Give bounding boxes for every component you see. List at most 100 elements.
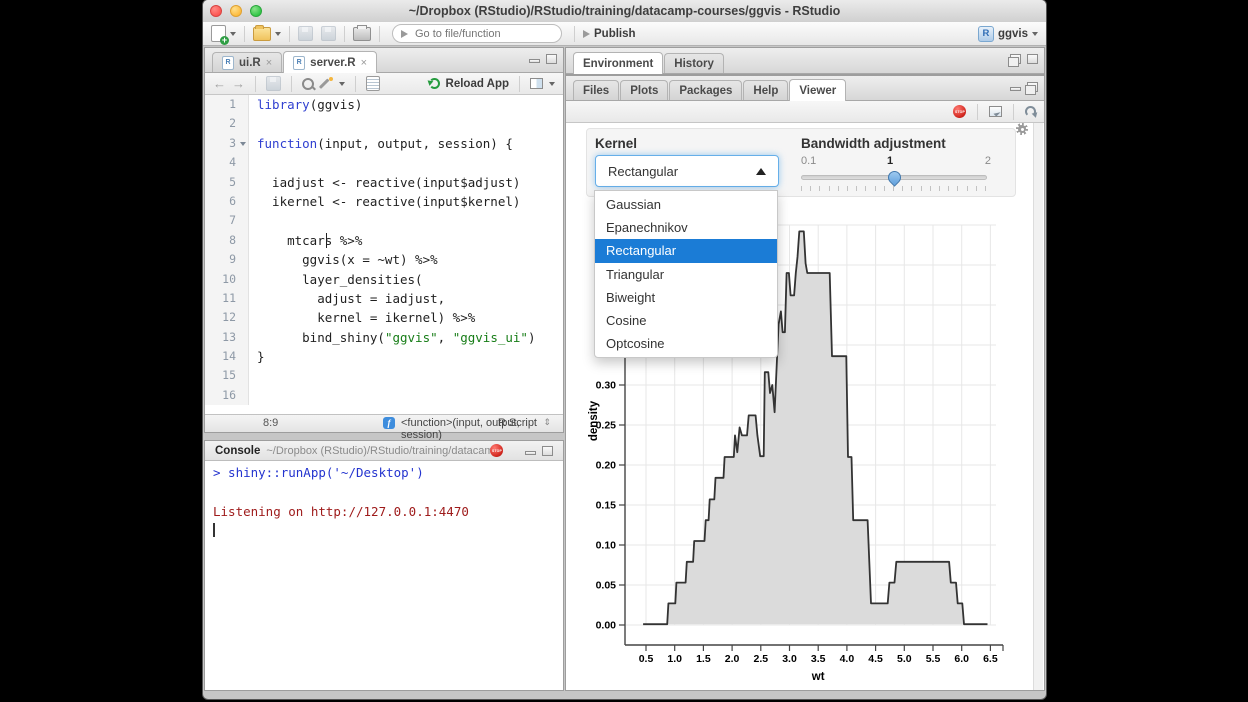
line-number: 4 [205,153,249,172]
viewer-scrollbar[interactable] [1033,123,1043,690]
kernel-select[interactable]: Rectangular [595,155,779,187]
save-source-icon[interactable] [266,76,281,91]
y-axis-title: density [588,400,600,441]
code-line[interactable]: 8 mtcars %>% [205,231,563,250]
minimize-window-button[interactable] [230,5,242,17]
tab-label: ui.R [239,57,261,69]
kernel-option-rectangular[interactable]: Rectangular [595,239,777,262]
x-tick-label: 4.0 [840,653,855,665]
reload-app-icon[interactable] [429,78,440,89]
close-tab-icon[interactable]: × [361,57,367,69]
find-icon[interactable] [302,78,314,90]
console-title[interactable]: Console [215,445,260,457]
save-icon[interactable] [298,26,313,41]
code-line[interactable]: 14} [205,347,563,366]
print-icon[interactable] [353,27,371,41]
code-line[interactable]: 1library(ggvis) [205,95,563,114]
minimize-viewer-icon[interactable] [1010,87,1021,91]
open-in-new-window-icon[interactable] [989,106,1002,117]
line-number: 8 [205,231,249,250]
tab-packages[interactable]: Packages [669,80,742,100]
publish-icon [583,30,590,38]
back-icon[interactable]: ← [213,77,226,90]
environment-pane-buttons [1010,54,1038,64]
code-editor[interactable]: 1library(ggvis)23function(input, output,… [205,95,563,415]
code-line[interactable]: 5 iadjust <- reactive(input$adjust) [205,173,563,192]
publish-button[interactable]: Publish [594,28,636,40]
slider-labels: 0.1 1 2 [801,155,991,169]
source-pane-caret[interactable] [549,82,555,86]
kernel-option-biweight[interactable]: Biweight [595,286,777,309]
tab-files[interactable]: Files [573,80,619,100]
x-tick-label: 6.0 [954,653,969,665]
traffic-lights [210,5,262,17]
code-line[interactable]: 4 [205,153,563,172]
new-file-dropdown-caret[interactable] [230,32,236,36]
restore-panes-icon[interactable] [1010,54,1021,64]
console-stop-icon[interactable] [490,444,503,457]
code-tools-caret[interactable] [339,82,345,86]
zoom-window-button[interactable] [250,5,262,17]
refresh-viewer-icon[interactable] [1025,106,1036,117]
tab-viewer[interactable]: Viewer [789,79,846,101]
slider-handle[interactable] [885,168,903,186]
tab-environment[interactable]: Environment [573,52,663,74]
project-menu-button[interactable]: ggvis [998,28,1028,40]
goto-file-searchbox[interactable] [392,24,562,43]
kernel-option-epanechnikov[interactable]: Epanechnikov [595,216,777,239]
tab-label: server.R [310,57,355,69]
titlebar[interactable]: ~/Dropbox (RStudio)/RStudio/training/dat… [203,0,1046,23]
maximize-pane-icon[interactable] [546,54,557,64]
new-file-icon[interactable] [211,25,226,42]
kernel-option-gaussian[interactable]: Gaussian [595,193,777,216]
x-tick-label: 6.5 [983,653,998,665]
minimize-pane-icon[interactable] [529,59,540,63]
close-tab-icon[interactable]: × [266,57,272,69]
close-window-button[interactable] [210,5,222,17]
code-line[interactable]: 12 kernel = ikernel) %>% [205,308,563,327]
code-line[interactable]: 3function(input, output, session) { [205,134,563,153]
goto-file-input[interactable] [413,27,559,41]
minimize-console-icon[interactable] [525,451,536,455]
maximize-console-icon[interactable] [542,446,553,456]
code-line[interactable]: 7 [205,211,563,230]
viewer-stop-icon[interactable] [953,105,966,118]
editor-tab-server.r[interactable]: Rserver.R× [283,51,377,73]
doc-type-selector[interactable]: R Script [498,417,537,429]
code-line[interactable]: 13 bind_shiny("ggvis", "ggvis_ui") [205,328,563,347]
code-line[interactable]: 9 ggvis(x = ~wt) %>% [205,250,563,269]
open-file-icon[interactable] [253,27,271,41]
code-line[interactable]: 16 [205,386,563,405]
save-all-icon[interactable] [321,26,336,41]
editor-tab-ui.r[interactable]: Rui.R× [212,52,282,72]
scope-selector[interactable]: <function>(input, output, session) [401,417,563,441]
restore-viewer-icon[interactable] [1027,82,1038,92]
code-line[interactable]: 15 [205,366,563,385]
kernel-option-optcosine[interactable]: Optcosine [595,332,777,355]
editor-statusbar: 8:9 f <function>(input, output, session)… [205,414,563,432]
console-output[interactable]: > shiny::runApp('~/Desktop') Listening o… [205,461,563,690]
reload-app-button[interactable]: Reload App [446,78,509,90]
gear-icon[interactable] [1016,123,1028,135]
open-recent-dropdown-caret[interactable] [275,32,281,36]
tab-plots[interactable]: Plots [620,80,668,100]
source-pane-icon[interactable] [530,78,543,89]
tab-help[interactable]: Help [743,80,788,100]
tab-history[interactable]: History [664,53,724,73]
forward-icon[interactable]: → [232,77,245,90]
slider-track[interactable] [801,175,987,180]
doctype-updown-icon: ⇕ [543,417,551,428]
fold-caret-icon[interactable] [240,142,246,146]
code-line[interactable]: 2 [205,114,563,133]
compile-notebook-icon[interactable] [366,76,380,91]
source-editor-pane: Rui.R×Rserver.R× ← → Reload App 1library… [205,48,563,432]
project-dropdown-caret[interactable] [1032,32,1038,36]
kernel-option-triangular[interactable]: Triangular [595,263,777,286]
maximize-env-icon[interactable] [1027,54,1038,64]
code-line[interactable]: 11 adjust = iadjust, [205,289,563,308]
line-number: 7 [205,211,249,230]
kernel-option-cosine[interactable]: Cosine [595,309,777,332]
code-line[interactable]: 10 layer_densities( [205,270,563,289]
code-line[interactable]: 6 ikernel <- reactive(input$kernel) [205,192,563,211]
code-tools-icon[interactable] [320,77,333,90]
